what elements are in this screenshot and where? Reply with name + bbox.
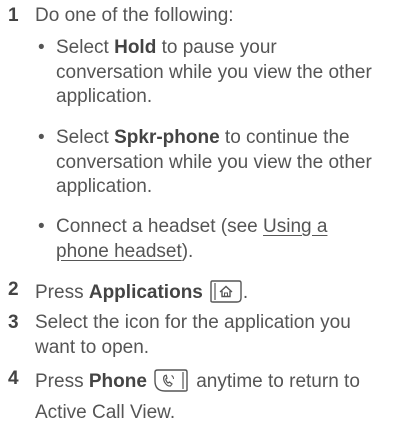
bullet-text: Select Spkr-phone to continue the conver… — [56, 126, 408, 200]
bullet-text: Connect a headset (see Using a phone hea… — [56, 215, 408, 264]
bullet-line-3: application. — [56, 85, 408, 110]
step-text: Press Phone anytime to return to Active … — [35, 367, 407, 425]
bullet-text-pre: Select — [56, 37, 114, 58]
step-text-pre: Press — [35, 282, 89, 303]
applications-label: Applications — [89, 282, 203, 303]
applications-button-icon — [207, 278, 243, 312]
step-text-pre: Press — [35, 371, 89, 392]
bullet-dot: • — [38, 36, 45, 61]
step-text-post: anytime to return to — [191, 371, 360, 392]
phone-button-icon — [151, 367, 191, 401]
bullet-line-2: conversation while you view the other — [56, 151, 408, 176]
applications-button-svg — [207, 278, 243, 304]
bullet-dot: • — [38, 126, 45, 151]
bullet-line-3: application. — [56, 175, 408, 200]
step-text: Select the icon for the application you … — [35, 311, 407, 360]
bullet-dot: • — [38, 215, 45, 240]
phone-label: Phone — [89, 371, 147, 392]
step-text-post: . — [243, 282, 248, 303]
bullet-text-rest: to continue the — [220, 127, 350, 148]
bullet-text-pre: Select — [56, 127, 114, 148]
instruction-page: 1 Do one of the following: • Select Hold… — [0, 0, 412, 412]
step-text: Do one of the following: — [35, 4, 407, 29]
bullet-text-rest: to pause your — [156, 37, 276, 58]
hold-label: Hold — [114, 37, 156, 58]
step-number: 4 — [8, 367, 19, 392]
step-number: 1 — [8, 4, 19, 29]
step-number: 2 — [8, 278, 19, 303]
bullet-text-pre: Connect a headset (see — [56, 216, 263, 237]
phone-headset-link-part-1[interactable]: Using a — [263, 216, 327, 237]
step-line-2: want to open. — [35, 336, 407, 361]
step-line-2: Active Call View. — [35, 401, 407, 425]
bullet-line-2: conversation while you view the other — [56, 61, 408, 86]
step-line-1: Select the icon for the application you — [35, 311, 407, 336]
step-number: 3 — [8, 311, 19, 336]
bullet-text: Select Hold to pause your conversation w… — [56, 36, 408, 110]
bullet-text-post: ). — [182, 241, 194, 262]
spkr-phone-label: Spkr-phone — [114, 127, 220, 148]
phone-button-svg — [151, 367, 191, 393]
phone-headset-link-part-2[interactable]: phone headset — [56, 241, 182, 262]
step-text: Press Applications . — [35, 278, 407, 312]
